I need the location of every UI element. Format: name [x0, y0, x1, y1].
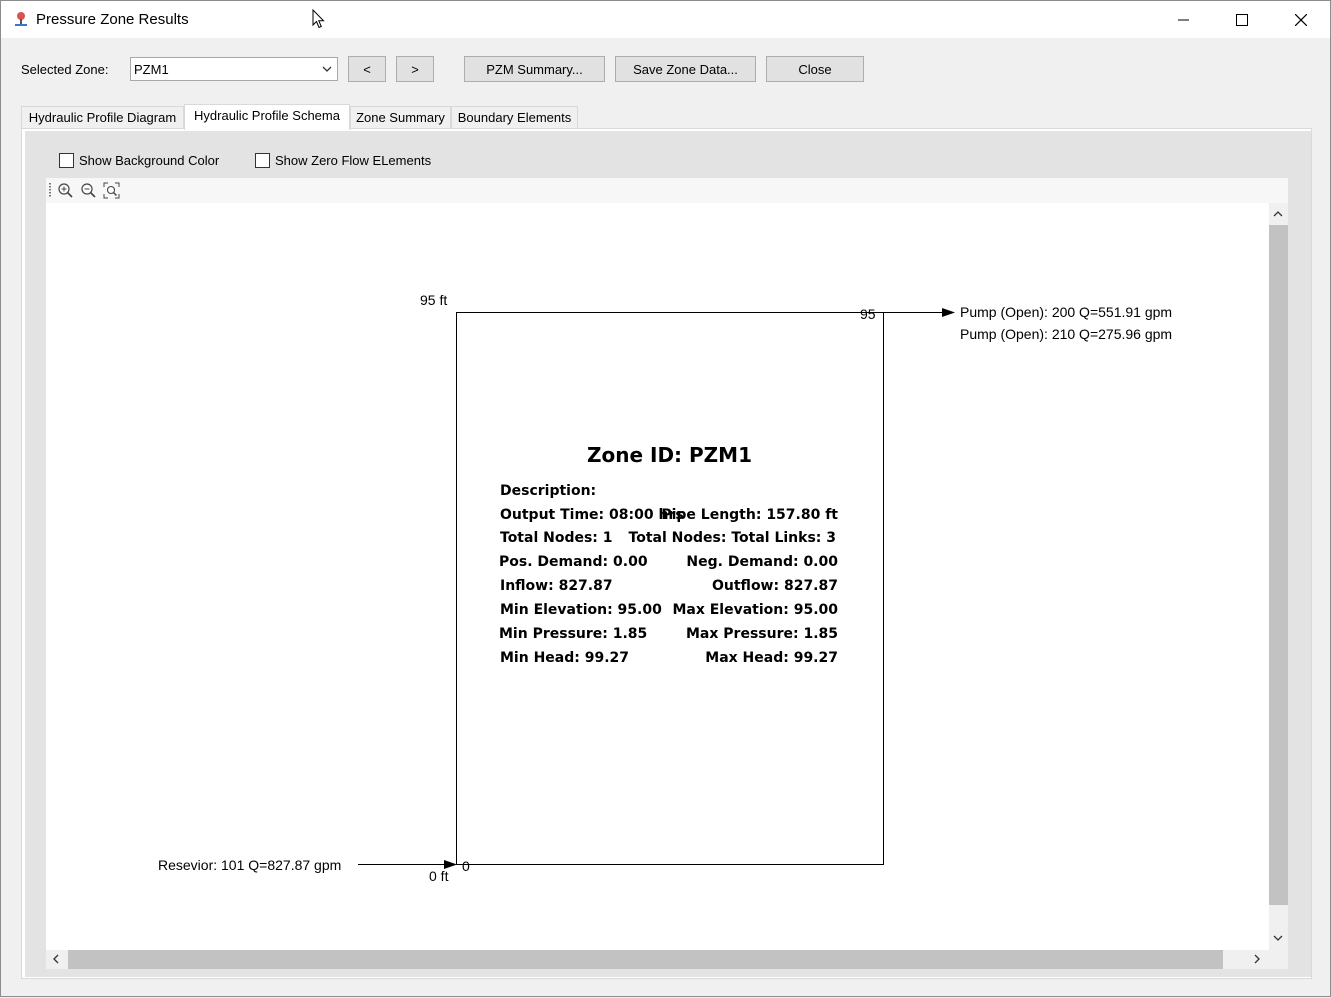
- zone-info-row: Description:: [456, 483, 883, 505]
- scroll-up-icon[interactable]: [1272, 208, 1284, 220]
- scroll-right-icon[interactable]: [1251, 953, 1263, 965]
- zone-info-row: Pos. Demand: 0.00 Neg. Demand: 0.00: [456, 554, 883, 576]
- toolbar-grip[interactable]: [49, 183, 51, 197]
- zone-info-title: Zone ID: PZM1: [587, 443, 752, 467]
- show-background-color-option[interactable]: Show Background Color: [59, 152, 219, 168]
- zone-info-row: Output Time: 08:00 hrs Pipe Length: 157.…: [456, 507, 883, 529]
- zone-info-left: Min Elevation: 95.00: [500, 602, 662, 618]
- minimize-icon: [1178, 19, 1189, 20]
- show-zero-flow-elements-option[interactable]: Show Zero Flow ELements: [255, 152, 431, 168]
- inlet-label: Resevior: 101 Q=827.87 gpm: [158, 857, 342, 873]
- view-toolbar: [46, 178, 1288, 203]
- maximize-button[interactable]: [1213, 1, 1271, 38]
- show-background-color-label: Show Background Color: [79, 152, 220, 168]
- selected-zone-label: Selected Zone:: [21, 62, 109, 77]
- zone-info-left: Min Pressure: 1.85: [499, 626, 648, 642]
- tab-hydraulic-profile-schema[interactable]: Hydraulic Profile Schema: [184, 104, 350, 130]
- close-icon: [1295, 13, 1307, 26]
- previous-zone-button[interactable]: <: [348, 56, 386, 82]
- zone-info-right: Max Pressure: 1.85: [686, 626, 838, 642]
- zone-info-left: Output Time: 08:00 hrs: [500, 507, 684, 523]
- outlet-label-2: Pump (Open): 210 Q=275.96 gpm: [960, 326, 1173, 342]
- scroll-down-icon[interactable]: [1272, 932, 1284, 944]
- vertical-scrollbar-thumb[interactable]: [1269, 225, 1288, 905]
- zone-info-left: Total Nodes: 1: [500, 530, 613, 546]
- zoom-out-icon[interactable]: [80, 182, 97, 199]
- show-zero-flow-elements-checkbox[interactable]: [255, 152, 270, 168]
- pressure-zone-results-window: Pressure Zone Results Selected Zone: PZM…: [0, 0, 1331, 997]
- zone-info-row: Total Nodes: 1 Total Nodes: Total Links:…: [456, 530, 883, 552]
- maximize-icon: [1236, 13, 1248, 26]
- minimize-button[interactable]: [1155, 1, 1213, 38]
- top-elevation-label: 95 ft: [420, 292, 448, 308]
- zoom-in-icon[interactable]: [57, 182, 74, 199]
- outlet-label-1: Pump (Open): 200 Q=551.91 gpm: [960, 304, 1173, 320]
- bottom-elevation-label: 0 ft: [429, 868, 449, 884]
- show-background-color-checkbox[interactable]: [59, 152, 74, 168]
- selected-zone-value: PZM1: [134, 62, 169, 77]
- scroll-left-icon[interactable]: [50, 953, 62, 965]
- zone-info-row: Inflow: 827.87 Outflow: 827.87: [456, 578, 883, 600]
- tab-boundary-elements[interactable]: Boundary Elements: [451, 106, 578, 128]
- scrollbar-corner: [1269, 950, 1288, 969]
- zone-info-right: Neg. Demand: 0.00: [686, 554, 838, 570]
- zone-info-right: Max Elevation: 95.00: [672, 602, 838, 618]
- zone-info-row: Min Elevation: 95.00 Max Elevation: 95.0…: [456, 602, 883, 624]
- close-window-button[interactable]: [1272, 1, 1330, 38]
- zone-info-row: Min Pressure: 1.85 Max Pressure: 1.85: [456, 626, 883, 648]
- title-bar[interactable]: Pressure Zone Results: [1, 1, 1330, 38]
- app-icon: [15, 12, 27, 26]
- zoom-fit-icon[interactable]: [103, 182, 120, 199]
- close-button[interactable]: Close: [766, 56, 864, 82]
- zone-info-row: Min Head: 99.27 Max Head: 99.27: [456, 650, 883, 672]
- zone-info-right: Total Nodes: Total Links: 3: [628, 530, 836, 546]
- top-node-value: 95: [860, 306, 876, 322]
- tab-zone-summary[interactable]: Zone Summary: [350, 106, 451, 128]
- pzm-summary-button[interactable]: PZM Summary...: [464, 56, 605, 82]
- show-zero-flow-elements-label: Show Zero Flow ELements: [275, 152, 432, 168]
- horizontal-scrollbar-thumb[interactable]: [68, 950, 1223, 969]
- zone-info-left: Inflow: 827.87: [500, 578, 613, 594]
- zone-info-right: Max Head: 99.27: [705, 650, 838, 666]
- zone-info-left: Pos. Demand: 0.00: [499, 554, 648, 570]
- zone-info-left: Min Head: 99.27: [500, 650, 630, 666]
- next-zone-button[interactable]: >: [396, 56, 434, 82]
- selected-zone-dropdown[interactable]: PZM1: [130, 57, 338, 81]
- zone-info-right: Outflow: 827.87: [712, 578, 838, 594]
- zone-info-left: Description:: [500, 483, 597, 499]
- bottom-node-value: 0: [462, 858, 470, 874]
- save-zone-data-button[interactable]: Save Zone Data...: [615, 56, 756, 82]
- chevron-down-icon: [322, 66, 332, 72]
- zone-info-right: Pipe Length: 157.80 ft: [661, 507, 838, 523]
- mouse-cursor-icon: [312, 9, 325, 29]
- tab-hydraulic-profile-diagram[interactable]: Hydraulic Profile Diagram: [21, 106, 184, 128]
- window-title: Pressure Zone Results: [36, 11, 189, 28]
